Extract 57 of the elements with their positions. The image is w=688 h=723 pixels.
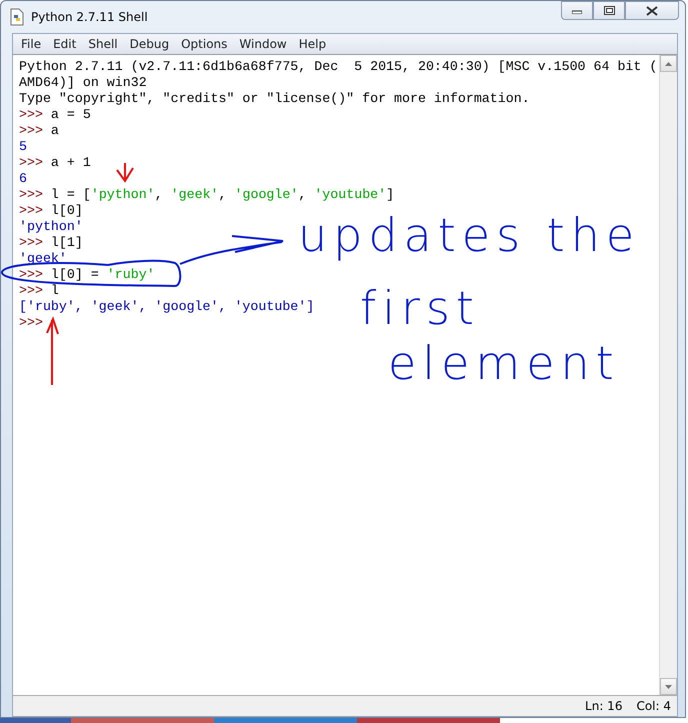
string-literal: 'ruby' — [106, 267, 155, 282]
output-text: 5 — [19, 139, 27, 154]
output-text: 6 — [19, 171, 27, 186]
banner-text: Type "copyright", "credits" or "license()" for more information. — [19, 91, 530, 106]
string-literal: 'google' — [234, 187, 298, 202]
code-text: a — [50, 123, 59, 138]
banner-text: AMD64)] on win32 — [19, 75, 147, 90]
code-text: a = 5 — [50, 107, 91, 122]
menu-item[interactable]: Options — [175, 37, 234, 51]
prompt-text: >>> — [19, 203, 43, 218]
code-text: l — [50, 283, 59, 298]
banner-text: Python 2.7.11 (v2.7.11:6d1b6a68f775, Dec 5 2015, 20:40:30) [MSC v.1500 64 bit ( — [19, 59, 658, 74]
prompt-text: >>> — [19, 107, 43, 122]
minimize-icon — [572, 8, 582, 14]
prompt-text: >>> — [19, 235, 43, 250]
minimize-button[interactable] — [561, 1, 593, 20]
prompt-text: >>> — [19, 267, 43, 282]
handwritten-note: first — [360, 285, 480, 331]
close-icon — [646, 6, 658, 16]
code-text: a + 1 — [50, 155, 91, 170]
close-button[interactable] — [625, 1, 679, 20]
prompt-text: >>> — [19, 155, 43, 170]
output-text: ['ruby', 'geek', 'google', 'youtube'] — [19, 299, 314, 314]
code-text: l[0] = — [50, 267, 100, 282]
code-text: l[0] — [50, 203, 83, 218]
string-literal: 'python' — [90, 187, 155, 202]
code-text: l[1] — [50, 235, 83, 250]
menu-item[interactable]: Help — [292, 37, 332, 51]
code-text: , — [154, 187, 164, 202]
down-arrow-drawing — [116, 162, 134, 183]
scroll-down-icon[interactable] — [660, 678, 677, 695]
menu-item[interactable]: Shell — [82, 37, 124, 51]
up-arrow-drawing — [46, 316, 59, 386]
window-title: Python 2.7.11 Shell — [31, 10, 148, 24]
output-text: 'geek' — [19, 251, 67, 266]
menu-item[interactable]: Edit — [47, 37, 82, 51]
prompt-text: >>> — [19, 283, 43, 298]
code-text: , — [218, 187, 228, 202]
scroll-up-icon[interactable] — [660, 55, 677, 72]
maximize-icon — [604, 6, 614, 15]
menu-item[interactable]: File — [15, 37, 48, 51]
status-text: Col: 4 — [636, 699, 671, 713]
menu-item[interactable]: Debug — [124, 37, 176, 51]
code-text: ] — [386, 187, 394, 202]
prompt-text: >>> — [19, 187, 43, 202]
python-file-icon — [9, 8, 25, 26]
menu-item[interactable]: Window — [233, 37, 293, 51]
string-literal: 'youtube' — [314, 187, 386, 202]
prompt-text: >>> — [19, 315, 43, 330]
code-text: l = [ — [50, 187, 91, 202]
prompt-text: >>> — [19, 123, 43, 138]
maximize-button[interactable] — [593, 1, 625, 20]
string-literal: 'geek' — [170, 187, 219, 202]
code-text: , — [298, 187, 308, 202]
output-text: 'python' — [19, 219, 83, 234]
status-text: Ln: 16 — [585, 699, 622, 713]
handwritten-note: element — [388, 340, 620, 386]
